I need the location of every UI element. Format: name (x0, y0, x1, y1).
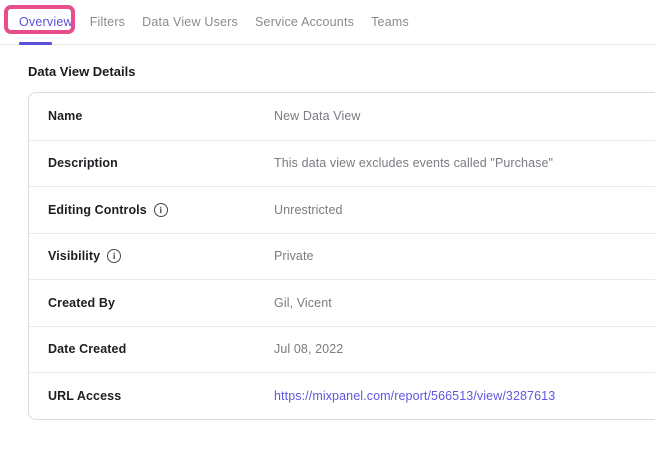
tab-overview[interactable]: Overview (19, 0, 73, 44)
row-label-text: Created By (48, 296, 115, 310)
tab-label: Teams (371, 15, 409, 29)
row-label-text: Date Created (48, 342, 126, 356)
row-label-text: Name (48, 109, 82, 123)
row-value: Gil, Vicent (274, 296, 655, 310)
data-view-settings-page: Overview Filters Data View Users Service Ac… (0, 0, 655, 466)
row-label: Editing Controls i (48, 203, 274, 217)
row-label-text: Description (48, 156, 118, 170)
content: Data View Details Name New Data View Descr… (0, 63, 655, 420)
tab-service-accounts[interactable]: Service Accounts (255, 0, 354, 44)
row-value: Jul 08, 2022 (274, 342, 655, 356)
row-label-text: URL Access (48, 389, 121, 403)
row-label: Date Created (48, 342, 274, 356)
tab-label: Service Accounts (255, 15, 354, 29)
info-icon[interactable]: i (154, 203, 168, 217)
table-row: Name New Data View (29, 93, 655, 140)
row-label: Visibility i (48, 249, 274, 263)
row-label-text: Visibility (48, 249, 100, 263)
tab-filters[interactable]: Filters (90, 0, 125, 44)
row-value: This data view excludes events called "P… (274, 156, 655, 170)
row-value: New Data View (274, 109, 655, 123)
tab-label: Data View Users (142, 15, 238, 29)
table-row: Description This data view excludes event… (29, 140, 655, 187)
table-row: Editing Controls i Unrestricted (29, 186, 655, 233)
tab-label: Filters (90, 15, 125, 29)
table-row: Created By Gil, Vicent (29, 279, 655, 326)
row-label: Description (48, 156, 274, 170)
tab-data-view-users[interactable]: Data View Users (142, 0, 238, 44)
table-row: Visibility i Private (29, 233, 655, 280)
row-label-text: Editing Controls (48, 203, 147, 217)
url-access-link[interactable]: https://mixpanel.com/report/566513/view/… (274, 389, 655, 403)
table-row: Date Created Jul 08, 2022 (29, 326, 655, 373)
table-row: URL Access https://mixpanel.com/report/56… (29, 372, 655, 419)
tab-label: Overview (19, 15, 73, 29)
row-label: URL Access (48, 389, 274, 403)
details-card: Name New Data View Description This data vi… (28, 92, 655, 420)
tab-bar: Overview Filters Data View Users Service Ac… (0, 0, 655, 45)
row-value: Private (274, 249, 655, 263)
row-label: Name (48, 109, 274, 123)
tab-teams[interactable]: Teams (371, 0, 409, 44)
row-label: Created By (48, 296, 274, 310)
info-icon[interactable]: i (107, 249, 121, 263)
section-title: Data View Details (28, 63, 655, 80)
row-value: Unrestricted (274, 203, 655, 217)
